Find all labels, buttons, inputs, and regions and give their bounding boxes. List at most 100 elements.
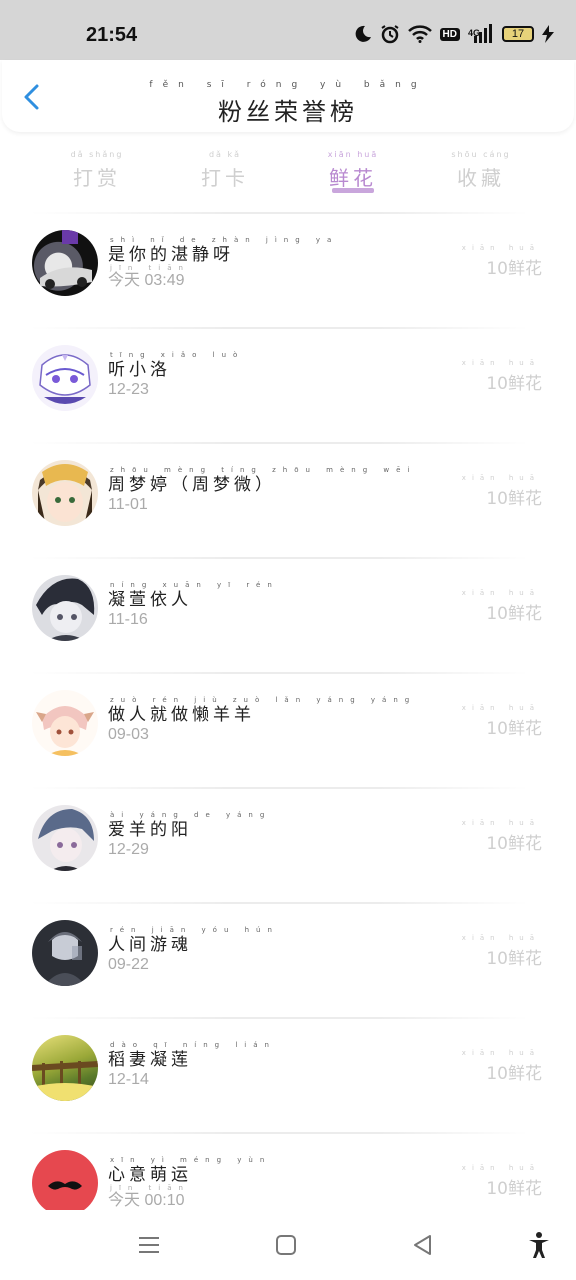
- row-divider: [30, 787, 528, 789]
- accessibility-icon[interactable]: [524, 1230, 554, 1260]
- row-divider: [30, 902, 528, 904]
- wifi-icon: [407, 25, 432, 43]
- battery-icon: 17: [502, 26, 534, 42]
- list-item[interactable]: tīng xiǎo luò 听小洛 12-23 xiān huā 10鲜花: [0, 327, 576, 442]
- gift-pinyin: xiān huā: [461, 1164, 540, 1172]
- signal-icon: 4G: [468, 24, 494, 44]
- menu-icon[interactable]: [134, 1230, 164, 1260]
- active-tab-indicator: [332, 188, 374, 193]
- avatar[interactable]: [32, 805, 98, 871]
- gift-pinyin: xiān huā: [461, 474, 540, 482]
- avatar[interactable]: [32, 920, 98, 986]
- tab-bar: dǎ shǎng 打赏 dǎ kǎ 打卡 xiān huā 鲜花 shōu cá…: [0, 140, 576, 200]
- gift-count: xiān huā 10鲜花: [462, 1049, 542, 1084]
- row-divider: [30, 672, 528, 674]
- system-nav-bar: [0, 1210, 576, 1280]
- user-name: 心意萌运: [108, 1165, 192, 1185]
- avatar[interactable]: [32, 345, 98, 411]
- avatar[interactable]: [32, 1150, 98, 1216]
- tab-pinyin: xiān huā: [327, 150, 379, 159]
- gift-count: xiān huā 10鲜花: [462, 359, 542, 394]
- date: 11-16: [108, 611, 148, 628]
- tab-label: 打赏: [73, 166, 121, 190]
- tab-daka[interactable]: dǎ kǎ 打卡: [170, 140, 280, 200]
- status-time: 21:54: [86, 24, 138, 46]
- page-title: 粉丝荣誉榜: [218, 98, 358, 126]
- gift-label: 10鲜花: [486, 1064, 542, 1084]
- row-divider: [30, 327, 528, 329]
- gift-count: xiān huā 10鲜花: [462, 244, 542, 279]
- tab-shoucang[interactable]: shōu cáng 收藏: [426, 140, 536, 200]
- gift-count: xiān huā 10鲜花: [462, 1164, 542, 1199]
- user-name: 做人就做懒羊羊: [108, 705, 255, 725]
- list-item[interactable]: zuò rén jiù zuò lǎn yáng yáng 做人就做懒羊羊 09…: [0, 672, 576, 787]
- tab-label: 打卡: [201, 166, 249, 190]
- list-item[interactable]: zhōu mèng tíng zhōu mèng wēi 周梦婷（周梦微） 11…: [0, 442, 576, 557]
- gift-pinyin: xiān huā: [461, 934, 540, 942]
- hd-icon: HD: [439, 27, 460, 41]
- avatar[interactable]: [32, 1035, 98, 1101]
- date: 今天 03:49: [108, 272, 185, 289]
- back-triangle-icon[interactable]: [408, 1230, 438, 1260]
- avatar[interactable]: [32, 460, 98, 526]
- row-divider: [30, 1017, 528, 1019]
- status-bar: 21:54 HD 4G 17: [0, 0, 576, 60]
- row-divider: [30, 1132, 528, 1134]
- user-name: 爱羊的阳: [108, 820, 192, 840]
- gift-pinyin: xiān huā: [461, 359, 540, 367]
- gift-count: xiān huā 10鲜花: [462, 589, 542, 624]
- user-name: 周梦婷（周梦微）: [108, 475, 276, 495]
- gift-label: 10鲜花: [486, 1179, 542, 1199]
- gift-pinyin: xiān huā: [461, 819, 540, 827]
- home-square-icon[interactable]: [271, 1230, 301, 1260]
- date: 今天 00:10: [108, 1192, 185, 1209]
- list-item[interactable]: shì nǐ de zhàn jìng ya 是你的湛静呀 jīn tiān 今…: [0, 212, 576, 327]
- gift-label: 10鲜花: [486, 834, 542, 854]
- tab-pinyin: dǎ kǎ: [208, 150, 242, 159]
- battery-level: 17: [511, 28, 525, 40]
- user-name: 听小洛: [108, 360, 171, 380]
- user-name: 凝萱依人: [108, 590, 192, 610]
- list-item[interactable]: níng xuān yī rén 凝萱依人 11-16 xiān huā 10鲜花: [0, 557, 576, 672]
- list-item[interactable]: ài yáng de yáng 爱羊的阳 12-29 xiān huā 10鲜花: [0, 787, 576, 902]
- gift-count: xiān huā 10鲜花: [462, 819, 542, 854]
- page-title-pinyin: fěn sī róng yù bǎng: [149, 80, 427, 90]
- gift-pinyin: xiān huā: [461, 589, 540, 597]
- avatar[interactable]: [32, 575, 98, 641]
- charging-icon: [542, 25, 554, 43]
- row-divider: [30, 442, 528, 444]
- date: 09-03: [108, 726, 149, 743]
- date: 12-23: [108, 381, 149, 398]
- app-header: fěn sī róng yù bǎng 粉丝荣誉榜: [2, 60, 574, 132]
- fan-list: shì nǐ de zhàn jìng ya 是你的湛静呀 jīn tiān 今…: [0, 212, 576, 1247]
- gift-count: xiān huā 10鲜花: [462, 934, 542, 969]
- tab-label: 鲜花: [329, 166, 377, 190]
- date: 11-01: [108, 496, 148, 513]
- user-name: 人间游魂: [108, 935, 192, 955]
- list-item[interactable]: dào qī níng lián 稻妻凝莲 12-14 xiān huā 10鲜花: [0, 1017, 576, 1132]
- tab-dashang[interactable]: dǎ shǎng 打赏: [42, 140, 152, 200]
- gift-label: 10鲜花: [486, 604, 542, 624]
- alarm-icon: [380, 25, 399, 44]
- gift-label: 10鲜花: [486, 719, 542, 739]
- date: 09-22: [108, 956, 149, 973]
- tab-pinyin: dǎ shǎng: [70, 150, 124, 159]
- list-item[interactable]: rén jiān yóu hún 人间游魂 09-22 xiān huā 10鲜花: [0, 902, 576, 1017]
- gift-label: 10鲜花: [486, 949, 542, 969]
- avatar[interactable]: [32, 690, 98, 756]
- row-divider: [30, 557, 528, 559]
- user-name: 是你的湛静呀: [108, 245, 234, 265]
- gift-count: xiān huā 10鲜花: [462, 474, 542, 509]
- gift-pinyin: xiān huā: [461, 244, 540, 252]
- tab-pinyin: shōu cáng: [451, 150, 511, 159]
- gift-label: 10鲜花: [486, 489, 542, 509]
- gift-count: xiān huā 10鲜花: [462, 704, 542, 739]
- gift-pinyin: xiān huā: [461, 704, 540, 712]
- tab-label: 收藏: [457, 166, 505, 190]
- moon-icon: [355, 25, 371, 42]
- gift-pinyin: xiān huā: [461, 1049, 540, 1057]
- date: 12-14: [108, 1071, 149, 1088]
- status-icons: HD 4G 17: [354, 24, 554, 44]
- gift-label: 10鲜花: [486, 259, 542, 279]
- avatar[interactable]: [32, 230, 98, 296]
